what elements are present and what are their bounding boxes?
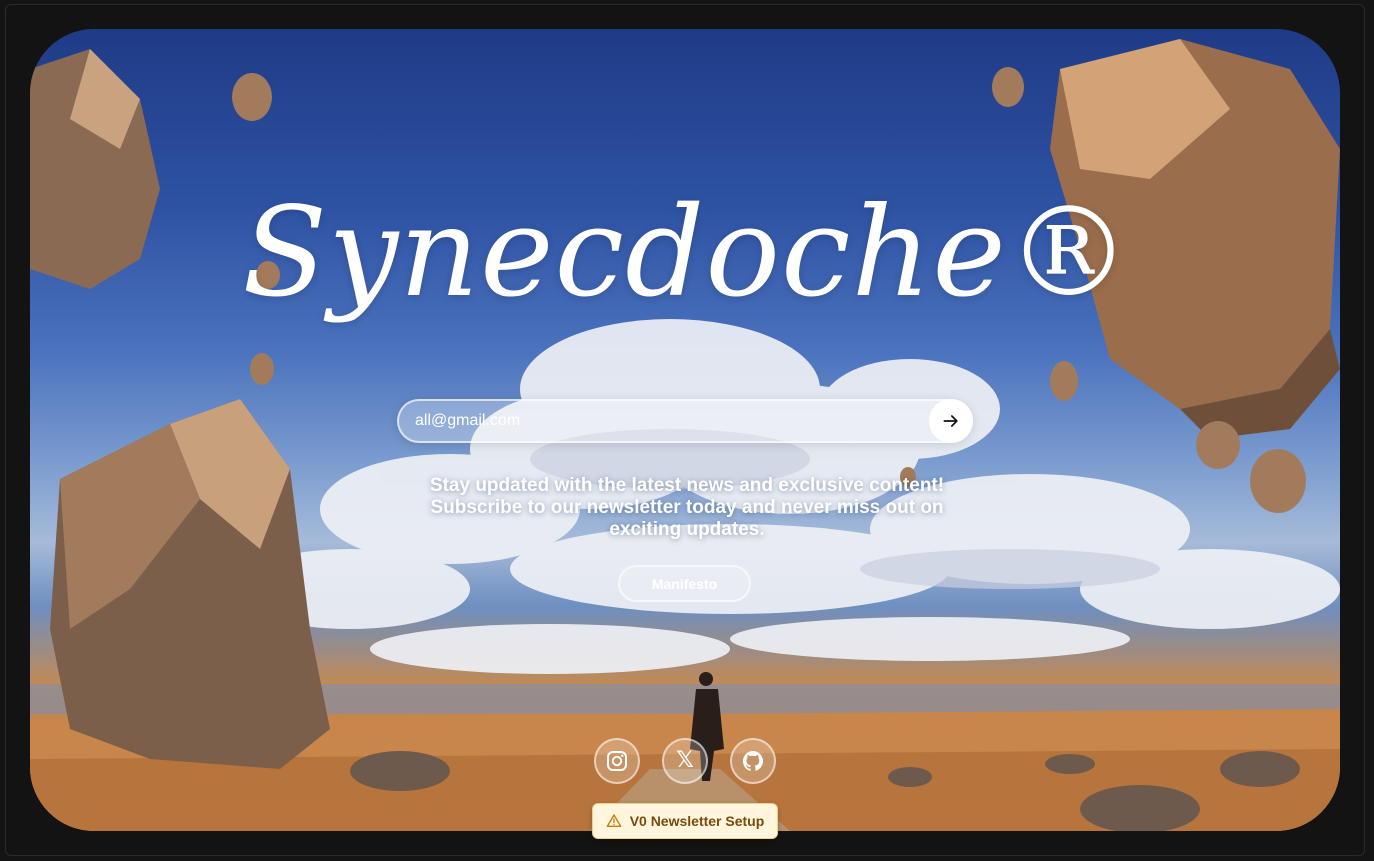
instagram-icon <box>607 751 627 771</box>
instagram-link[interactable] <box>594 738 640 784</box>
email-input[interactable] <box>415 401 915 441</box>
brand-title: Synecdoche® <box>242 181 1132 325</box>
arrow-right-icon <box>943 415 958 427</box>
github-link[interactable] <box>730 738 776 784</box>
x-link[interactable]: 𝕏 <box>662 738 708 784</box>
notice-label: V0 Newsletter Setup <box>629 813 765 829</box>
newsletter-setup-notice[interactable]: V0 Newsletter Setup <box>592 803 778 839</box>
manifesto-button[interactable]: Manifesto <box>618 565 751 602</box>
x-icon: 𝕏 <box>676 748 694 773</box>
github-icon <box>743 751 763 771</box>
newsletter-form <box>397 399 973 443</box>
subscribe-button[interactable] <box>929 399 973 443</box>
newsletter-tagline: Stay updated with the latest news and ex… <box>429 475 945 540</box>
warning-icon <box>606 814 622 827</box>
